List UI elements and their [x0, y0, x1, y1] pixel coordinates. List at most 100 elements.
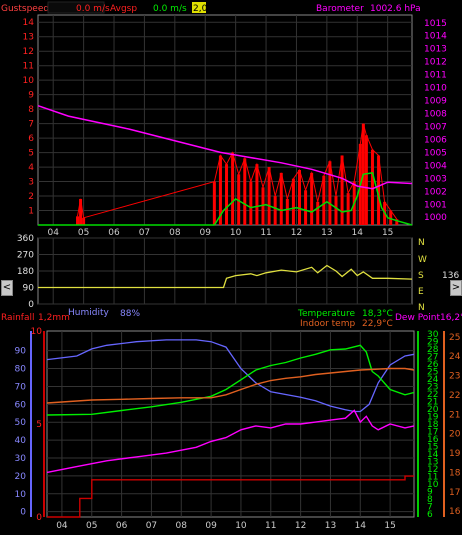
rainfall-line — [47, 475, 414, 518]
barometer-tick: 1005 — [424, 148, 447, 158]
wind-plot: 1234567891011121314100010011002100310041… — [23, 14, 447, 238]
avgspeed-line — [38, 172, 413, 226]
climate-x-tick: 14 — [355, 521, 367, 531]
compass-n-top: N — [418, 238, 425, 248]
wind-left-tick: 5 — [28, 149, 34, 159]
direction-plot-grid — [38, 237, 412, 305]
wind-plot-frame — [37, 14, 413, 226]
wind-x-tick: 10 — [230, 228, 242, 238]
dewpoint-tick: 22 — [449, 391, 460, 401]
scroll-right-button[interactable]: > — [450, 280, 462, 296]
climate-x-tick: 04 — [56, 521, 68, 531]
barometer-tick: 1013 — [424, 45, 447, 55]
barometer-tick: 1002 — [424, 187, 447, 197]
direction-plot-ticks: 0 90 180 270 360 — [17, 234, 34, 310]
humidity-tick: 10 — [15, 490, 27, 500]
compass-s: S — [418, 271, 424, 281]
avgspeed-extra: 2,0 — [193, 4, 208, 14]
climate-plot-ticks: 0102030405060708090051067891011121314151… — [15, 327, 461, 531]
barometer-tick: 1012 — [424, 58, 447, 68]
gustspeed-label: Gustspeed — [1, 4, 49, 14]
wind-x-tick: 12 — [291, 228, 302, 238]
dewpoint-tick: 16 — [449, 507, 461, 517]
climate-x-tick: 07 — [146, 521, 157, 531]
wind-x-tick: 09 — [200, 228, 212, 238]
humidity-label: Humidity — [68, 308, 109, 318]
temperature-tick: 30 — [427, 330, 439, 340]
wind-left-tick: 7 — [28, 120, 34, 130]
wind-x-tick: 06 — [108, 228, 120, 238]
wind-x-tick: 11 — [260, 228, 271, 238]
climate-x-tick: 06 — [116, 521, 128, 531]
compass-n-bottom: N — [418, 303, 425, 313]
temperature-value: 18,3°C — [362, 309, 393, 319]
barometer-tick: 1014 — [424, 32, 447, 42]
rain-tick: 5 — [36, 420, 42, 430]
wind-left-tick: 1 — [28, 207, 34, 217]
dewpoint-tick: 18 — [449, 468, 461, 478]
rain-tick: 0 — [36, 513, 42, 523]
wind-left-tick: 9 — [28, 91, 34, 101]
humidity-tick: 90 — [15, 347, 27, 357]
wind-x-tick: 14 — [352, 228, 364, 238]
compass-w: W — [418, 255, 427, 265]
barometer-value: 1002.6 hPa — [370, 4, 421, 14]
scroll-left-button[interactable]: < — [1, 280, 13, 296]
wind-x-tick: 13 — [321, 228, 332, 238]
wind-left-tick: 14 — [23, 18, 35, 28]
climate-plot-frame — [46, 330, 415, 518]
dewpoint-tick: 19 — [449, 449, 461, 459]
direction-plot-series — [38, 264, 413, 289]
direction-line — [38, 264, 413, 289]
dewpoint-tick: 24 — [449, 352, 461, 362]
wind-left-tick: 6 — [28, 134, 34, 144]
barometer-tick: 1006 — [424, 135, 447, 145]
gustspeed-value: 0.0 m/s — [76, 4, 110, 14]
wind-left-tick: 11 — [23, 62, 34, 72]
climate-x-tick: 08 — [176, 521, 188, 531]
climate-x-tick: 12 — [295, 521, 306, 531]
humidity-value: 88% — [120, 309, 140, 319]
rain-tick: 10 — [31, 327, 43, 337]
wind-left-tick: 8 — [28, 105, 34, 115]
climate-x-tick: 05 — [86, 521, 97, 531]
barometer-tick: 1001 — [424, 200, 447, 210]
humidity-tick: 40 — [15, 436, 27, 446]
indoor-value: 22,9°C — [362, 319, 393, 329]
barometer-tick: 1011 — [424, 71, 447, 81]
dewpoint-tick: 25 — [449, 333, 460, 343]
humidity-tick: 20 — [15, 472, 27, 482]
wind-left-tick: 13 — [23, 33, 34, 43]
dewpoint-value: 16,2°C — [440, 313, 462, 323]
compass-e: E — [418, 287, 424, 297]
barometer-tick: 1004 — [424, 161, 447, 171]
wind-left-tick: 10 — [23, 76, 35, 86]
wind-plot-grid — [38, 15, 412, 225]
humidity-tick: 50 — [15, 418, 27, 428]
wind-left-tick: 2 — [28, 192, 34, 202]
wind-x-tick: 04 — [47, 228, 59, 238]
humidity-tick: 0 — [20, 508, 26, 518]
dewpoint-label: Dew Point — [395, 313, 441, 323]
direction-tick: 180 — [17, 267, 34, 277]
direction-tick: 360 — [17, 234, 34, 244]
climate-x-tick: 09 — [205, 521, 217, 531]
barometer-tick: 1010 — [424, 84, 447, 94]
direction-tick: 0 — [28, 300, 34, 310]
climate-x-tick: 15 — [384, 521, 395, 531]
barometer-tick: 1003 — [424, 174, 447, 184]
climate-plot-grid — [47, 331, 414, 517]
wind-x-tick: 05 — [78, 228, 89, 238]
humidity-tick: 70 — [15, 382, 27, 392]
wind-left-tick: 4 — [28, 163, 34, 173]
barometer-label: Barometer — [316, 4, 364, 14]
dewpoint-tick: 23 — [449, 372, 460, 382]
barometer-tick: 1009 — [424, 97, 447, 107]
wind-x-tick: 15 — [382, 228, 393, 238]
humidity-tick: 30 — [15, 454, 27, 464]
barometer-tick: 1008 — [424, 110, 447, 120]
barometer-tick: 1007 — [424, 122, 447, 132]
avgspeed-label: Avgsp — [110, 4, 137, 14]
dewpoint-tick: 17 — [449, 488, 460, 498]
climate-x-tick: 10 — [235, 521, 247, 531]
